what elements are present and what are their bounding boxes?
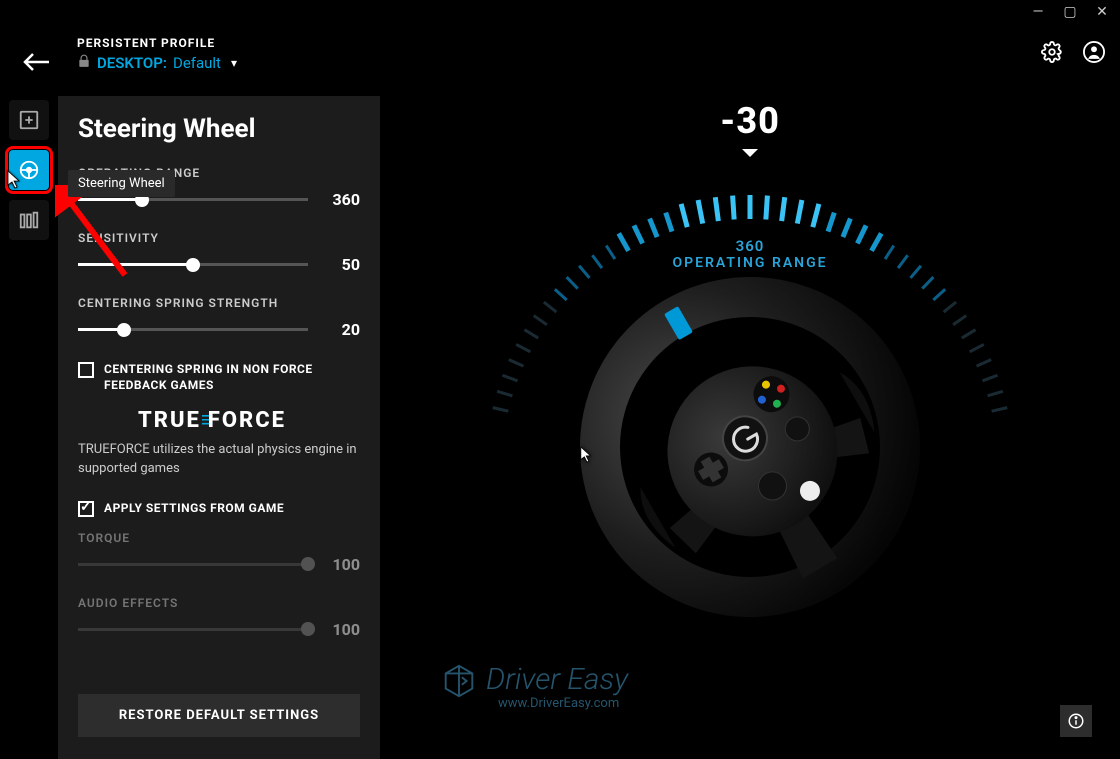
steering-wheel-icon — [18, 159, 40, 181]
angle-readout: -30 — [720, 100, 780, 142]
profile-selector[interactable]: DESKTOP: Default ▾ — [77, 54, 237, 72]
audio-effects-label: AUDIO EFFECTS — [78, 596, 360, 610]
wheel-visual — [580, 277, 920, 621]
profile-name: Default — [173, 54, 221, 72]
back-button[interactable] — [15, 30, 57, 78]
gear-icon — [1041, 41, 1063, 63]
steering-wheel-tab[interactable] — [9, 150, 49, 190]
maximize-button[interactable]: ▢ — [1060, 4, 1080, 20]
apply-from-game-label: APPLY SETTINGS FROM GAME — [104, 500, 284, 516]
info-icon — [1067, 712, 1085, 730]
centering-value: 20 — [320, 320, 360, 339]
panel-title: Steering Wheel — [78, 114, 360, 144]
add-profile-button[interactable] — [9, 100, 49, 140]
range-value: 360 — [672, 237, 827, 255]
close-button[interactable]: ✕ — [1092, 4, 1112, 20]
trueforce-description: TRUEFORCE utilizes the actual physics en… — [78, 441, 360, 477]
back-arrow-icon — [23, 52, 49, 72]
watermark-logo-icon — [440, 662, 478, 700]
centering-nonffb-checkbox[interactable]: CENTERING SPRING IN NON FORCE FEEDBACK G… — [78, 361, 360, 393]
tooltip: Steering Wheel — [68, 170, 175, 197]
profile-scope: DESKTOP: — [97, 54, 167, 72]
sensitivity-label: SENSITIVITY — [78, 231, 360, 245]
torque-label: TORQUE — [78, 531, 360, 545]
info-button[interactable] — [1060, 705, 1092, 737]
minimize-button[interactable]: — — [1028, 4, 1048, 20]
chevron-down-icon: ▾ — [231, 56, 237, 70]
range-label: OPERATING RANGE — [672, 255, 827, 271]
settings-button[interactable] — [1041, 41, 1063, 67]
sensitivity-slider[interactable] — [78, 263, 308, 266]
operating-range-slider[interactable] — [78, 198, 308, 201]
watermark: Driver Easy www.DriverEasy.com — [440, 662, 628, 711]
torque-slider — [78, 563, 308, 566]
apply-from-game-checkbox[interactable]: APPLY SETTINGS FROM GAME — [78, 500, 360, 517]
profile-icon — [1083, 41, 1105, 63]
checkbox-checked-icon — [78, 501, 94, 517]
audio-effects-value: 100 — [320, 620, 360, 639]
bars-icon — [18, 209, 40, 231]
restore-defaults-button[interactable]: RESTORE DEFAULT SETTINGS — [78, 694, 360, 737]
trueforce-logo: TRUE≡FORCE — [138, 407, 360, 433]
operating-range-value: 360 — [320, 190, 360, 209]
centering-nonffb-label: CENTERING SPRING IN NON FORCE FEEDBACK G… — [104, 361, 360, 393]
audio-effects-slider — [78, 628, 308, 631]
lock-icon — [77, 54, 91, 72]
profile-heading: PERSISTENT PROFILE — [77, 36, 237, 50]
centering-label: CENTERING SPRING STRENGTH — [78, 296, 360, 310]
plus-square-icon — [18, 109, 40, 131]
checkbox-icon — [78, 362, 94, 378]
torque-value: 100 — [320, 555, 360, 574]
centering-slider[interactable] — [78, 328, 308, 331]
sensitivity-value: 50 — [320, 255, 360, 274]
pedals-tab[interactable] — [9, 200, 49, 240]
account-button[interactable] — [1083, 41, 1105, 67]
